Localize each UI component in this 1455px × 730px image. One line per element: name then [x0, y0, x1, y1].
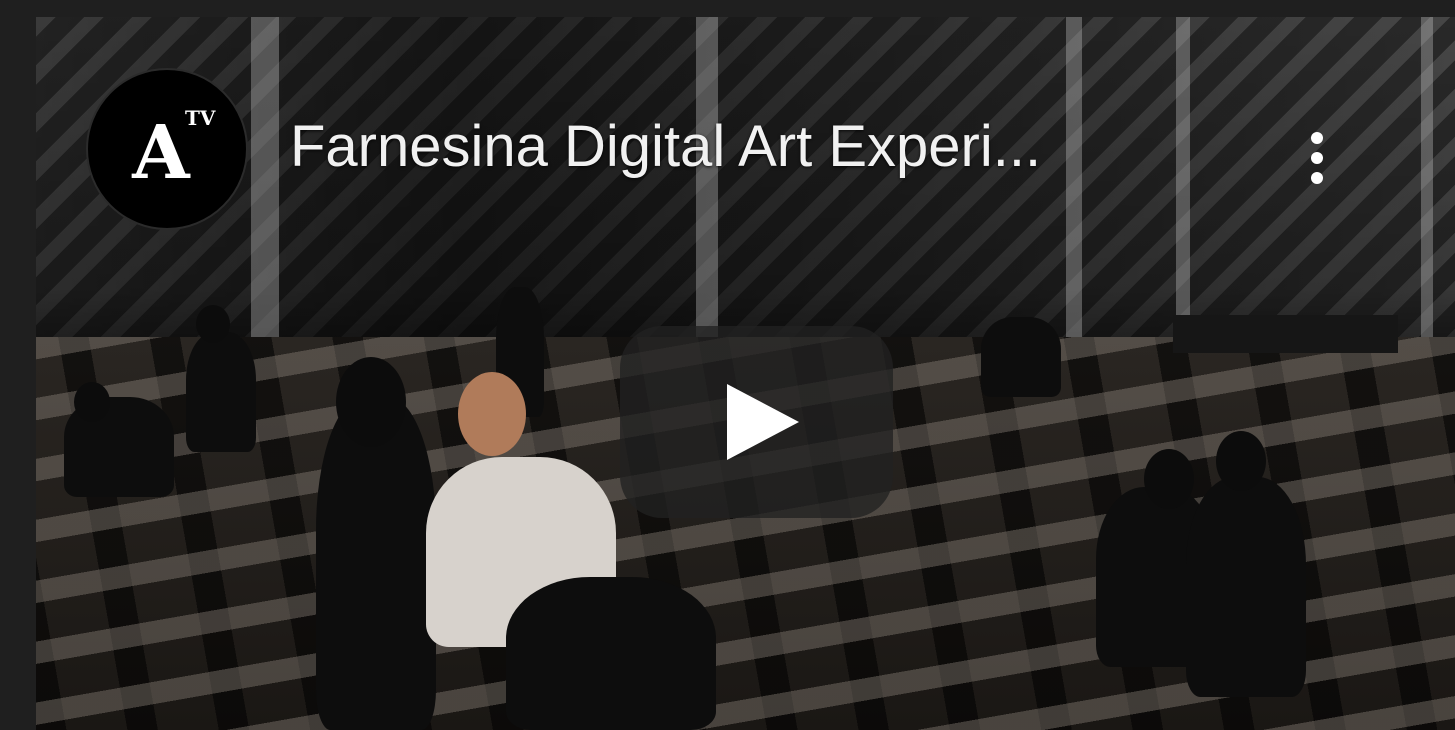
person-head — [74, 382, 110, 422]
wall-shade — [36, 17, 1455, 357]
seated-person — [316, 397, 436, 730]
video-player[interactable]: A TV Farnesina Digital Art Experi... — [36, 17, 1455, 730]
more-options-button[interactable] — [1294, 117, 1340, 199]
person-head — [1144, 449, 1194, 509]
video-title[interactable]: Farnesina Digital Art Experi... — [290, 113, 1210, 181]
seated-person — [186, 332, 256, 452]
person-head — [196, 305, 230, 343]
channel-logo-letter: A — [132, 110, 190, 196]
seated-person-legs — [506, 577, 716, 730]
person-head — [336, 357, 406, 447]
person-head — [458, 372, 526, 456]
play-button[interactable] — [620, 326, 893, 518]
play-icon — [726, 384, 799, 460]
pillar — [251, 17, 279, 337]
seated-person — [981, 317, 1061, 397]
person-head — [1216, 431, 1266, 491]
more-vertical-icon — [1311, 172, 1323, 184]
more-vertical-icon — [1311, 152, 1323, 164]
channel-logo-badge: TV — [185, 106, 216, 130]
pillar — [1421, 17, 1433, 337]
seated-person — [1186, 477, 1306, 697]
stage-platform — [1173, 315, 1398, 353]
channel-avatar[interactable]: A TV — [86, 68, 248, 230]
more-vertical-icon — [1311, 132, 1323, 144]
